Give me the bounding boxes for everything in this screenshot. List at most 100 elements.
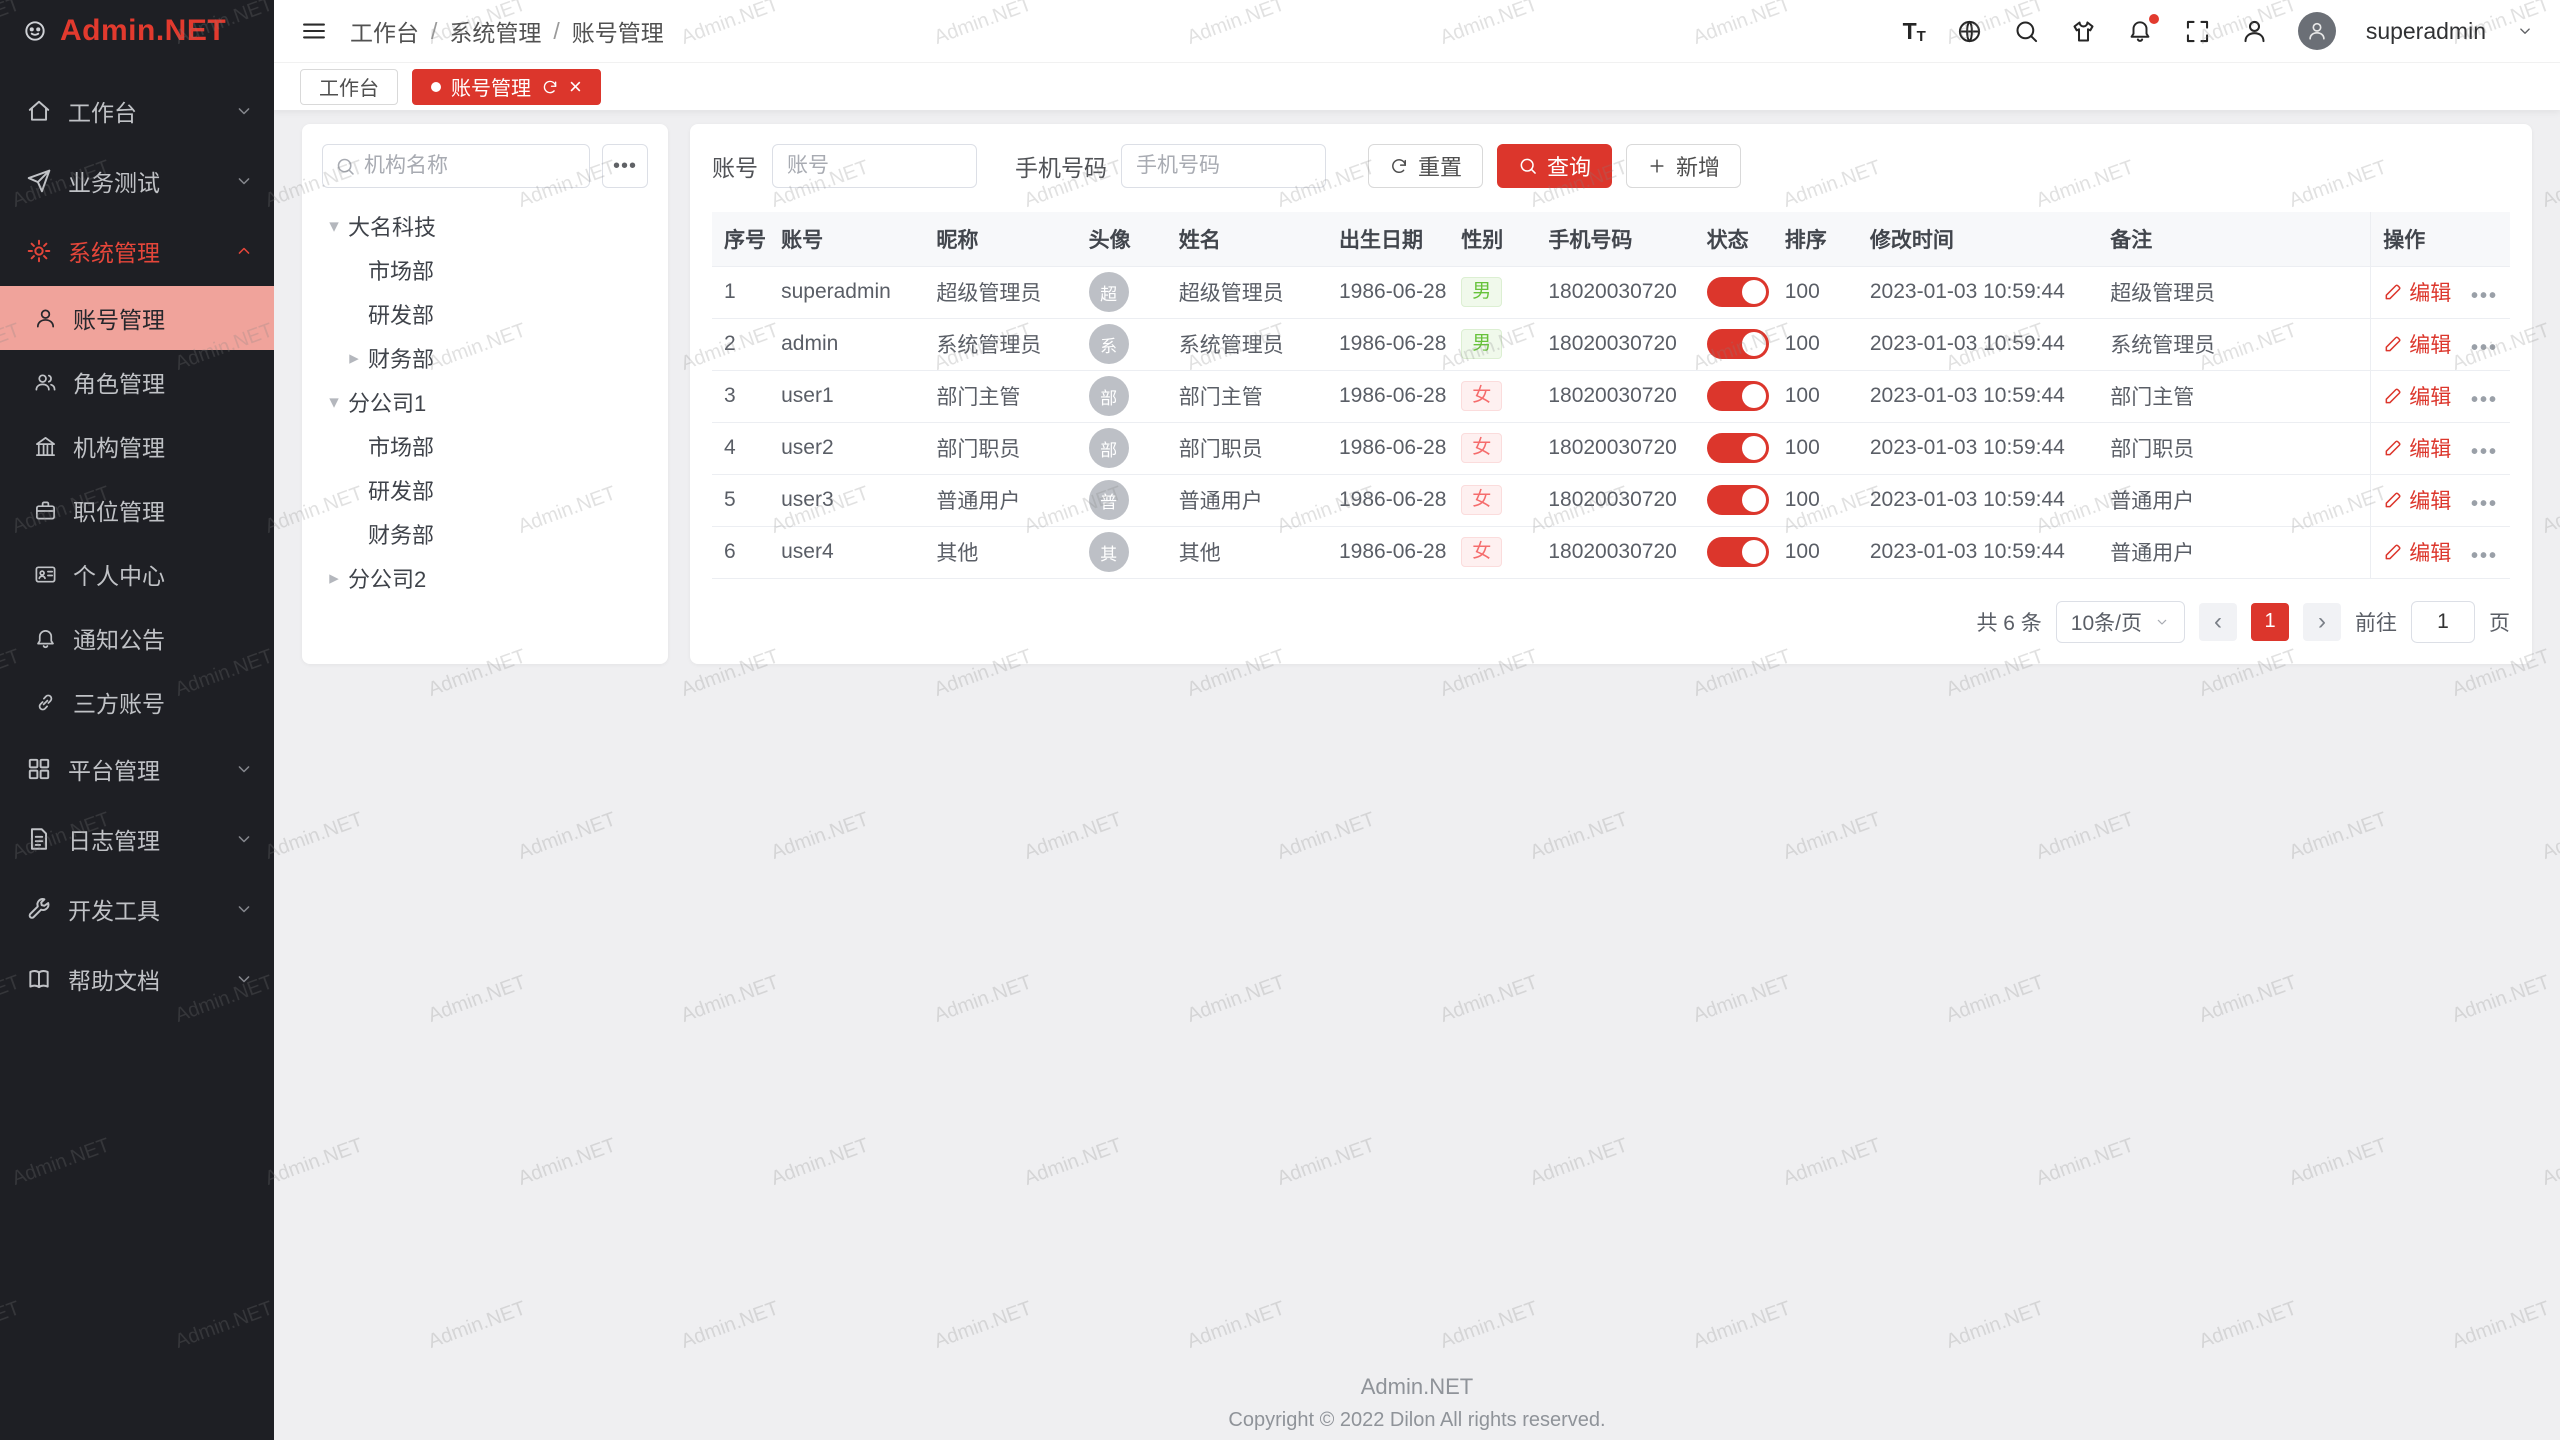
font-size-icon[interactable]: TT bbox=[1903, 18, 1926, 45]
cell-modified-time: 2023-01-03 10:59:44 bbox=[1870, 280, 2065, 303]
close-icon[interactable]: × bbox=[569, 76, 582, 98]
sidebar-item-workbench[interactable]: 工作台 bbox=[0, 76, 274, 146]
prev-page-button[interactable]: ‹ bbox=[2199, 603, 2237, 641]
phone-input[interactable] bbox=[1121, 144, 1326, 188]
edit-button[interactable]: 编辑 bbox=[2383, 277, 2451, 307]
edit-button[interactable]: 编辑 bbox=[2383, 433, 2451, 463]
page-size-select[interactable]: 10条/页 bbox=[2056, 601, 2185, 643]
cell-modified-time: 2023-01-03 10:59:44 bbox=[1870, 436, 2065, 459]
edit-button[interactable]: 编辑 bbox=[2383, 329, 2451, 359]
sidebar-item-log-mgmt[interactable]: 日志管理 bbox=[0, 804, 274, 874]
chevron-down-icon bbox=[2154, 614, 2170, 630]
sidebar-item-platform-mgmt[interactable]: 平台管理 bbox=[0, 734, 274, 804]
row-more-button[interactable]: ••• bbox=[2471, 545, 2498, 567]
search-button[interactable]: 查询 bbox=[1497, 144, 1612, 188]
sidebar-subitem-profile-center[interactable]: 个人中心 bbox=[0, 542, 274, 606]
edit-button[interactable]: 编辑 bbox=[2383, 537, 2451, 567]
sidebar-item-help-docs[interactable]: 帮助文档 bbox=[0, 944, 274, 1014]
tree-node-label: 研发部 bbox=[368, 298, 434, 330]
status-toggle[interactable] bbox=[1707, 433, 1769, 463]
tab-account-mgmt[interactable]: 账号管理 × bbox=[412, 69, 601, 105]
table-row: 5 user3 普通用户 普 普通用户 1986-06-28 女 1802003… bbox=[712, 474, 2510, 526]
caret-down-icon[interactable]: ▾ bbox=[320, 215, 348, 238]
goto-page-input[interactable] bbox=[2411, 601, 2475, 643]
sidebar-subitem-role-mgmt[interactable]: 角色管理 bbox=[0, 350, 274, 414]
tree-node[interactable]: 研发部 bbox=[318, 468, 652, 512]
row-more-button[interactable]: ••• bbox=[2471, 389, 2498, 411]
table-row: 3 user1 部门主管 部 部门主管 1986-06-28 女 1802003… bbox=[712, 370, 2510, 422]
phone-label: 手机号码 bbox=[1015, 149, 1107, 183]
search-icon[interactable] bbox=[2013, 18, 2040, 45]
tree-node[interactable]: 市场部 bbox=[318, 424, 652, 468]
sidebar-item-dev-tools[interactable]: 开发工具 bbox=[0, 874, 274, 944]
bank-icon bbox=[34, 435, 57, 458]
sidebar-item-business-test[interactable]: 业务测试 bbox=[0, 146, 274, 216]
table-body: 1 superadmin 超级管理员 超 超级管理员 1986-06-28 男 … bbox=[712, 266, 2510, 578]
add-button[interactable]: 新增 bbox=[1626, 144, 1741, 188]
status-toggle[interactable] bbox=[1707, 485, 1769, 515]
page-1-button[interactable]: 1 bbox=[2251, 603, 2289, 641]
row-more-button[interactable]: ••• bbox=[2471, 285, 2498, 307]
tab-workbench[interactable]: 工作台 bbox=[300, 69, 398, 105]
edit-button[interactable]: 编辑 bbox=[2383, 485, 2451, 515]
sidebar-item-system-mgmt[interactable]: 系统管理 bbox=[0, 216, 274, 286]
breadcrumb-item[interactable]: 系统管理 bbox=[449, 14, 541, 48]
fullscreen-icon[interactable] bbox=[2184, 18, 2211, 45]
refresh-icon[interactable] bbox=[541, 78, 559, 96]
reset-button[interactable]: 重置 bbox=[1368, 144, 1483, 188]
gender-badge: 女 bbox=[1461, 485, 1502, 516]
tree-node[interactable]: 研发部 bbox=[318, 292, 652, 336]
cell-nickname: 普通用户 bbox=[936, 490, 1020, 513]
user-avatar[interactable] bbox=[2298, 12, 2336, 50]
profile-icon[interactable] bbox=[2241, 18, 2268, 45]
notification-bell-icon[interactable] bbox=[2127, 18, 2154, 45]
table-header-row: 序号 账号 昵称 头像 姓名 出生日期 性别 手机号码 状态 排序 修改时间 备… bbox=[712, 212, 2510, 266]
cell-index: 5 bbox=[724, 488, 736, 511]
cell-sort: 100 bbox=[1785, 332, 1820, 355]
cell-remark: 部门职员 bbox=[2110, 438, 2194, 461]
add-button-label: 新增 bbox=[1676, 150, 1720, 182]
tree-node-label: 市场部 bbox=[368, 254, 434, 286]
theme-icon[interactable] bbox=[2070, 18, 2097, 45]
cell-remark: 普通用户 bbox=[2110, 542, 2194, 565]
status-toggle[interactable] bbox=[1707, 381, 1769, 411]
sidebar-subitem-org-mgmt[interactable]: 机构管理 bbox=[0, 414, 274, 478]
row-more-button[interactable]: ••• bbox=[2471, 441, 2498, 463]
edit-button[interactable]: 编辑 bbox=[2383, 381, 2451, 411]
tree-node[interactable]: 财务部 bbox=[318, 512, 652, 556]
status-toggle[interactable] bbox=[1707, 277, 1769, 307]
cell-name: 普通用户 bbox=[1179, 490, 1263, 513]
caret-right-icon[interactable]: ▸ bbox=[320, 567, 348, 590]
row-more-button[interactable]: ••• bbox=[2471, 493, 2498, 515]
sidebar-subitem-third-party-account[interactable]: 三方账号 bbox=[0, 670, 274, 734]
tree-node[interactable]: ▾分公司1 bbox=[318, 380, 652, 424]
org-search-input[interactable] bbox=[364, 154, 577, 178]
hamburger-icon[interactable] bbox=[300, 17, 328, 45]
tree-node[interactable]: 市场部 bbox=[318, 248, 652, 292]
chevron-down-icon[interactable] bbox=[2516, 22, 2534, 40]
account-input[interactable] bbox=[772, 144, 977, 188]
row-more-button[interactable]: ••• bbox=[2471, 337, 2498, 359]
status-toggle[interactable] bbox=[1707, 329, 1769, 359]
org-more-button[interactable]: ••• bbox=[602, 144, 648, 188]
next-page-button[interactable]: › bbox=[2303, 603, 2341, 641]
caret-down-icon[interactable]: ▾ bbox=[320, 391, 348, 414]
tree-node[interactable]: ▸分公司2 bbox=[318, 556, 652, 600]
sidebar-subitem-position-mgmt[interactable]: 职位管理 bbox=[0, 478, 274, 542]
tree-node-label: 研发部 bbox=[368, 474, 434, 506]
sidebar-subitem-notice[interactable]: 通知公告 bbox=[0, 606, 274, 670]
toggle-knob bbox=[1742, 280, 1766, 304]
cell-phone: 18020030720 bbox=[1548, 280, 1676, 303]
tree-node[interactable]: ▾大名科技 bbox=[318, 204, 652, 248]
caret-right-icon[interactable]: ▸ bbox=[340, 347, 368, 370]
breadcrumb-item[interactable]: 工作台 bbox=[350, 14, 419, 48]
tree-node[interactable]: ▸财务部 bbox=[318, 336, 652, 380]
username[interactable]: superadmin bbox=[2366, 18, 2486, 45]
status-toggle[interactable] bbox=[1707, 537, 1769, 567]
org-tree: ▾大名科技市场部研发部▸财务部▾分公司1市场部研发部财务部▸分公司2 bbox=[318, 204, 652, 600]
sidebar-subitem-account-mgmt[interactable]: 账号管理 bbox=[0, 286, 274, 350]
cell-phone: 18020030720 bbox=[1548, 436, 1676, 459]
plus-icon bbox=[1647, 156, 1667, 176]
users-icon bbox=[34, 371, 57, 394]
language-icon[interactable] bbox=[1956, 18, 1983, 45]
